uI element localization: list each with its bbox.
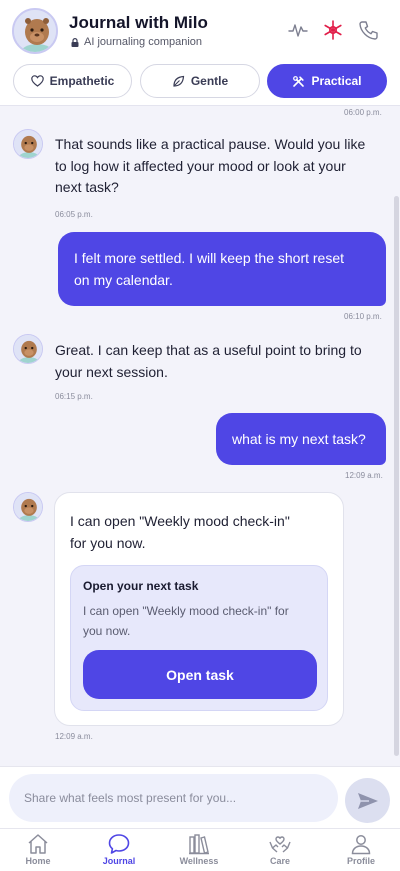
tab-wellness[interactable]: Wellness xyxy=(164,833,234,871)
message-timestamp: 06:10 p.m. xyxy=(344,312,382,321)
bot-message: I can open "Weekly mood check-in" for yo… xyxy=(70,511,320,554)
tab-label: Care xyxy=(269,856,290,866)
message-line: Great. I can keep that as a useful point… xyxy=(55,342,362,358)
capybara-icon xyxy=(14,130,42,158)
composer xyxy=(0,766,400,828)
message-line: next task? xyxy=(55,179,119,195)
subtitle-text: AI journaling companion xyxy=(84,36,203,48)
bot-avatar xyxy=(13,129,43,159)
asterisk-icon[interactable] xyxy=(321,18,345,42)
user-message: what is my next task? xyxy=(216,413,386,465)
lock-icon xyxy=(71,37,79,47)
tab-label: Home xyxy=(25,856,51,866)
chat-bubble-icon xyxy=(108,834,130,854)
mode-label: Gentle xyxy=(190,74,229,88)
message-timestamp: 06:15 p.m. xyxy=(55,392,93,401)
mode-label: Practical xyxy=(311,74,362,88)
capybara-icon xyxy=(14,10,56,52)
bot-avatar xyxy=(13,334,43,364)
app-header: Journal with Milo AI journaling companio… xyxy=(0,0,400,106)
capybara-icon xyxy=(14,493,42,521)
chat-thread[interactable]: 06:00 p.m. That sounds like a practical … xyxy=(0,106,400,766)
tab-label: Journal xyxy=(102,856,136,866)
hands-heart-icon xyxy=(269,836,291,853)
message-timestamp: 06:05 p.m. xyxy=(55,210,93,219)
tab-home[interactable]: Home xyxy=(3,833,73,871)
bot-message: Great. I can keep that as a useful point… xyxy=(55,340,362,383)
tab-journal[interactable]: Journal xyxy=(84,833,154,871)
mode-empathetic-button[interactable]: Empathetic xyxy=(13,64,132,98)
message-line: what is my next task? xyxy=(232,431,366,447)
message-timestamp: 12:09 a.m. xyxy=(345,471,383,480)
mode-selector: Empathetic Gentle Practical xyxy=(13,64,387,98)
mode-label: Empathetic xyxy=(49,74,115,88)
bot-message: That sounds like a practical pause. Woul… xyxy=(55,134,365,199)
books-icon xyxy=(189,834,209,855)
milo-avatar[interactable] xyxy=(12,8,58,54)
message-timestamp: 12:09 a.m. xyxy=(55,732,93,741)
header-subtitle: AI journaling companion xyxy=(71,36,202,48)
message-line: to log how it affected your mood or look… xyxy=(55,157,346,174)
send-button[interactable] xyxy=(345,778,390,823)
tab-care[interactable]: Care xyxy=(245,833,315,871)
task-card-title: Open your next task xyxy=(83,579,199,593)
task-card-line: I can open "Weekly mood check-in" for xyxy=(83,604,289,618)
bot-message-card: I can open "Weekly mood check-in" for yo… xyxy=(54,492,344,726)
tab-label: Profile xyxy=(346,856,375,866)
person-icon xyxy=(351,835,371,855)
message-line: I felt more settled. I will keep the sho… xyxy=(74,250,345,266)
send-icon xyxy=(357,792,378,809)
bottom-tab-bar: Home Journal Wellness Care Profile xyxy=(0,828,400,871)
user-message: I felt more settled. I will keep the sho… xyxy=(58,232,386,306)
tools-icon xyxy=(293,75,305,87)
task-card-description: I can open "Weekly mood check-in" for yo… xyxy=(83,602,319,641)
activity-icon[interactable] xyxy=(286,18,310,42)
message-line: your next session. xyxy=(55,363,168,380)
open-task-button[interactable]: Open task xyxy=(83,650,317,699)
home-icon xyxy=(28,834,48,854)
task-card: Open your next task I can open "Weekly m… xyxy=(70,565,328,711)
mode-gentle-button[interactable]: Gentle xyxy=(140,64,260,98)
message-line: for you now. xyxy=(70,534,146,551)
capybara-icon xyxy=(14,335,42,363)
page-title: Journal with Milo xyxy=(69,13,208,32)
phone-icon[interactable] xyxy=(357,18,381,42)
message-line: That sounds like a practical pause. Woul… xyxy=(55,136,366,152)
message-line: on my calendar. xyxy=(74,272,173,288)
message-line: I can open "Weekly mood check-in" xyxy=(70,513,290,529)
message-timestamp: 06:00 p.m. xyxy=(344,108,382,117)
bot-avatar xyxy=(13,492,43,522)
leaf-icon xyxy=(173,75,184,87)
tab-label: Wellness xyxy=(179,856,219,866)
scrollbar-thumb[interactable] xyxy=(394,196,399,756)
heart-icon xyxy=(30,75,44,87)
tab-profile[interactable]: Profile xyxy=(326,833,396,871)
task-card-line: you now. xyxy=(83,623,131,638)
mode-practical-button[interactable]: Practical xyxy=(267,64,387,98)
message-input[interactable] xyxy=(9,774,338,822)
